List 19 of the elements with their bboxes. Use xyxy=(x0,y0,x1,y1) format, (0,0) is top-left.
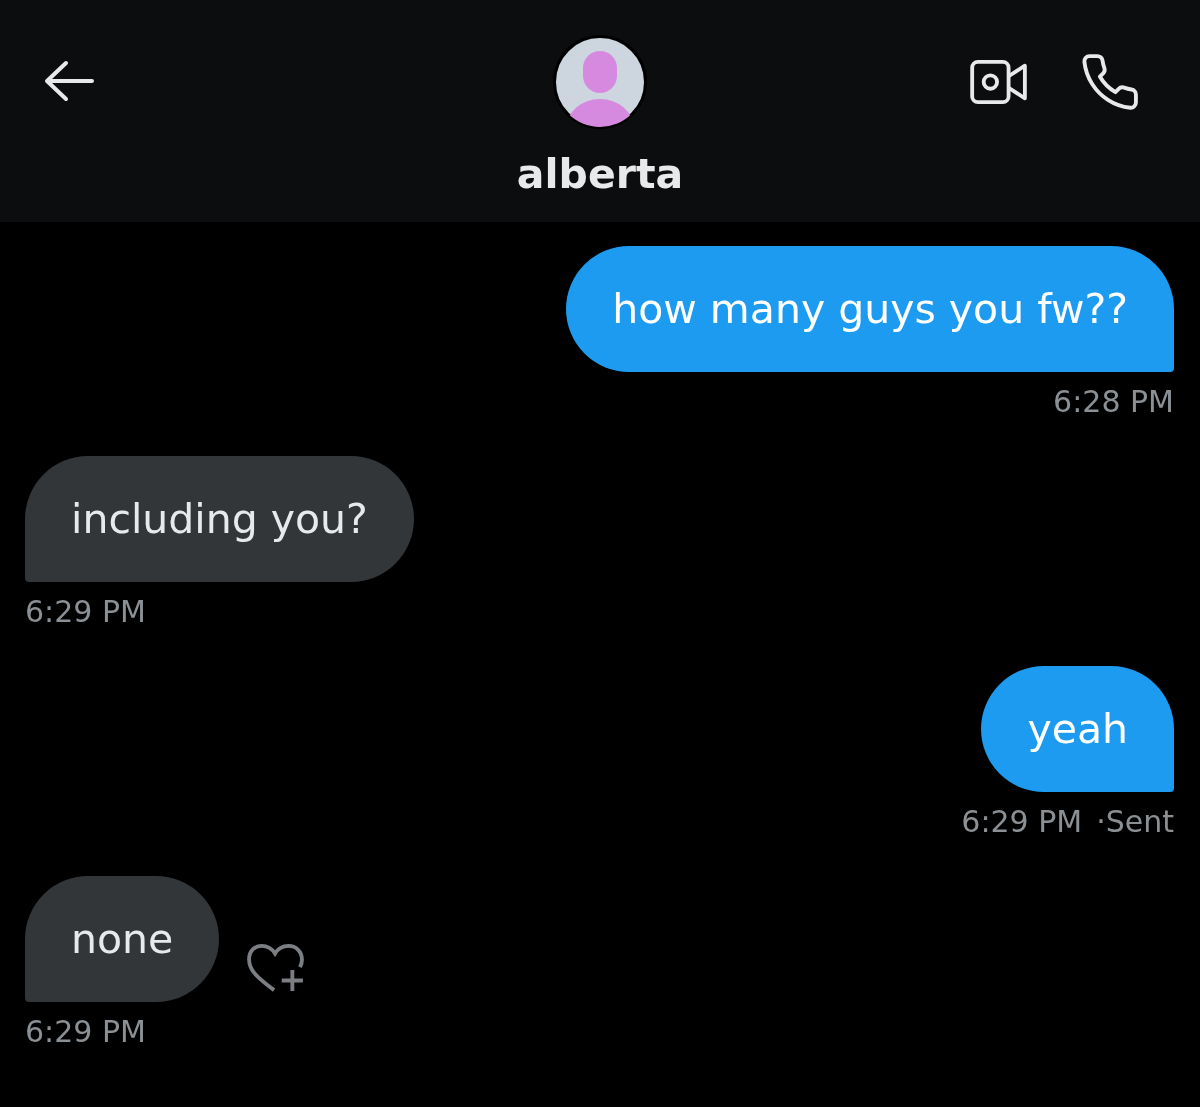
add-reaction-button[interactable] xyxy=(247,944,306,994)
video-camera-icon xyxy=(970,59,1028,105)
message-time: 6:29 PM xyxy=(25,1014,146,1050)
message-bubble: including you? xyxy=(25,456,414,582)
message-time: 6:29 PM xyxy=(25,594,146,630)
message-bubble: none xyxy=(25,876,220,1002)
message-bubble: yeah xyxy=(981,666,1174,792)
delivery-status: ·Sent xyxy=(1096,804,1174,840)
video-call-button[interactable] xyxy=(970,59,1028,105)
message-bubble: how many guys you fw?? xyxy=(566,246,1174,372)
avatar-icon xyxy=(553,35,647,129)
message-time: 6:28 PM xyxy=(1053,384,1174,420)
contact-name: alberta xyxy=(516,149,684,199)
back-button[interactable] xyxy=(44,60,94,102)
heart-plus-icon xyxy=(247,944,306,994)
voice-call-button[interactable] xyxy=(1082,54,1138,110)
message-time: 6:29 PM xyxy=(961,804,1083,840)
back-arrow-icon xyxy=(44,60,94,102)
phone-icon xyxy=(1082,54,1138,110)
